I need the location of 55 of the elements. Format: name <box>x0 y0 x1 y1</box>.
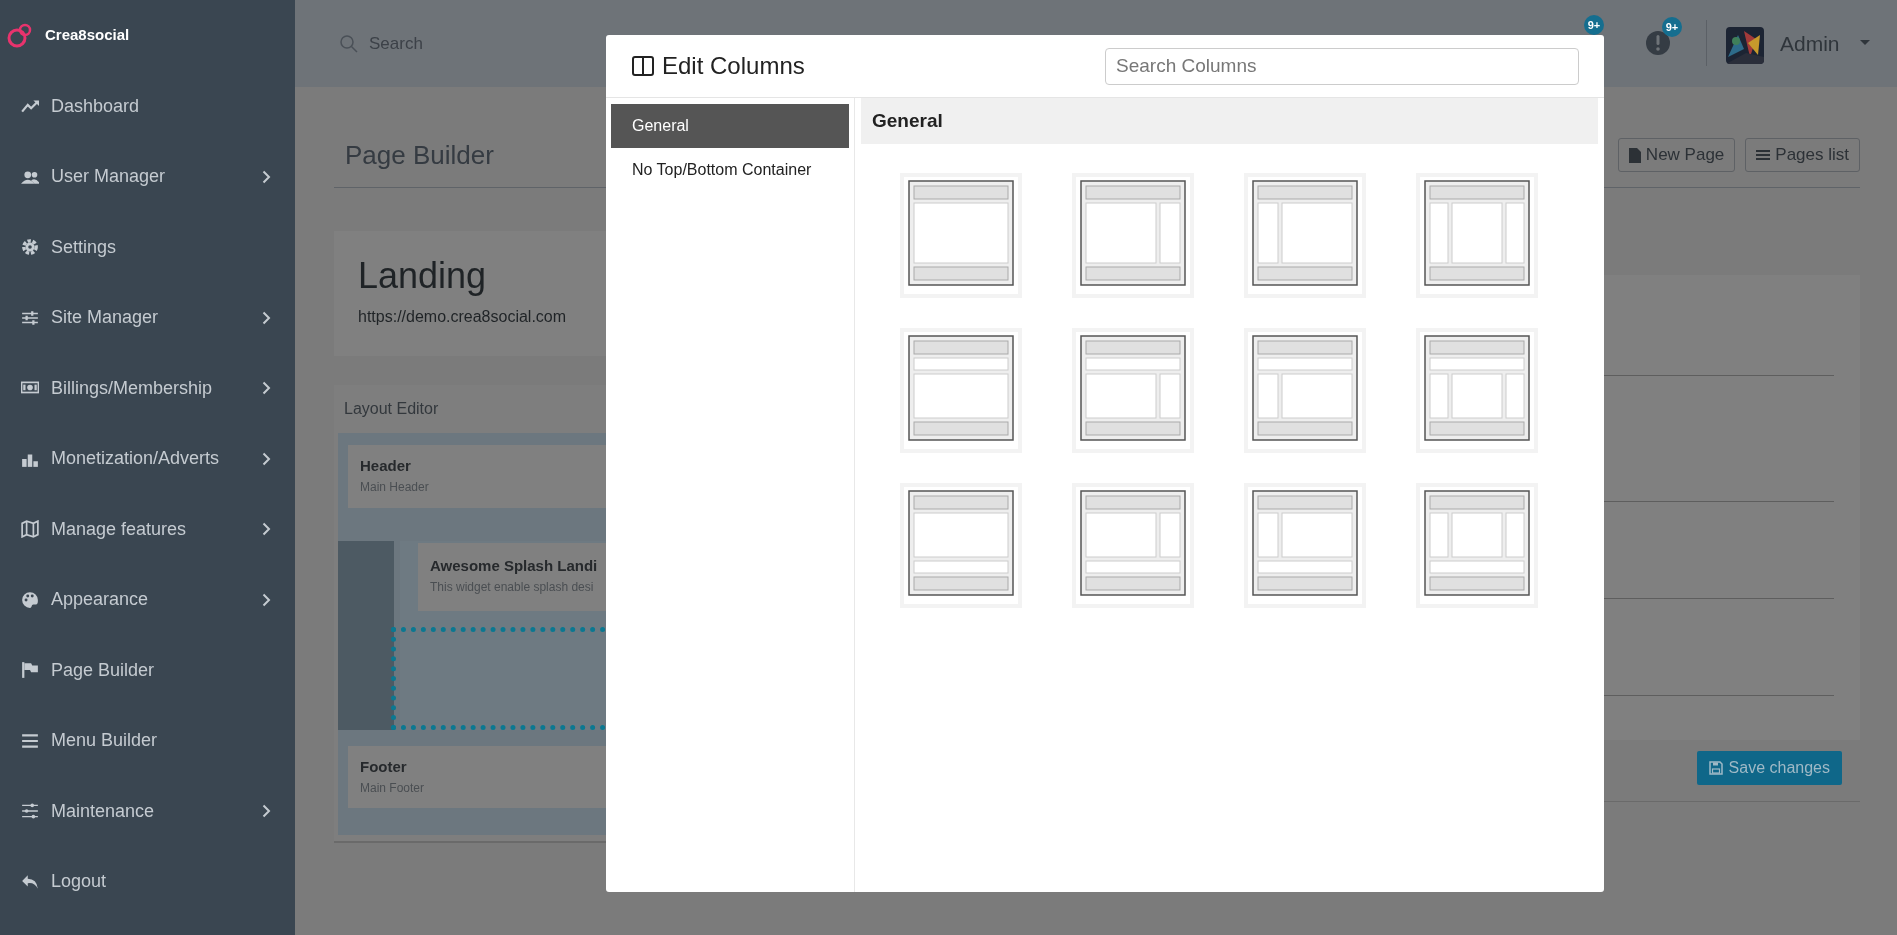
sidebar-item[interactable]: Monetization/Adverts <box>0 423 295 494</box>
layout-option[interactable] <box>1244 328 1366 453</box>
layout-option[interactable] <box>1416 328 1538 453</box>
category-tab[interactable]: No Top/Bottom Container <box>611 148 849 192</box>
layout-option[interactable] <box>1072 328 1194 453</box>
sidebar-item[interactable]: Billings/Membership <box>0 353 295 424</box>
sidebar-item[interactable]: Logout <box>0 846 295 917</box>
sidebar-item[interactable]: User Manager <box>0 141 295 212</box>
layout-option[interactable] <box>1244 173 1366 298</box>
widget-title: Awesome Splash Landi <box>430 556 599 576</box>
sidebar-item[interactable]: Appearance <box>0 564 295 635</box>
page-name: Landing <box>358 255 488 297</box>
new-page-button[interactable]: New Page <box>1617 138 1736 172</box>
section-title: General <box>872 108 943 133</box>
notification-badge: 9+ <box>1584 15 1604 35</box>
category-tab[interactable]: General <box>611 104 849 148</box>
sidebar-item[interactable]: Site Manager <box>0 282 295 353</box>
gear-icon <box>21 238 39 257</box>
sliders-icon <box>21 308 39 327</box>
caret-icon[interactable] <box>1860 40 1870 46</box>
map-icon <box>21 520 39 539</box>
columns-icon <box>632 56 654 76</box>
menu-icon <box>21 731 39 750</box>
panel-title: Layout Editor <box>344 399 439 419</box>
document-icon <box>1628 147 1641 163</box>
layout-option[interactable] <box>1416 483 1538 608</box>
layout-option[interactable] <box>1072 483 1194 608</box>
sidebar-item[interactable]: Page Builder <box>0 635 295 706</box>
sidebar-item[interactable]: Maintenance <box>0 776 295 847</box>
brand-name: Crea8social <box>45 25 130 46</box>
logo-icon <box>7 22 33 49</box>
flag-icon <box>21 661 39 680</box>
layout-option[interactable] <box>1244 483 1366 608</box>
pages-list-button[interactable]: Pages list <box>1745 138 1860 172</box>
search-field[interactable]: Search Columns <box>1105 47 1579 85</box>
palette-icon <box>21 590 39 609</box>
widget-title: Header <box>360 456 412 476</box>
layout-option[interactable] <box>900 173 1022 298</box>
notification-badge: 9+ <box>1662 17 1682 37</box>
widget-title: Footer <box>360 757 408 777</box>
sidebar-item[interactable]: Dashboard <box>0 71 295 142</box>
page-url: https://demo.crea8social.com <box>358 307 568 327</box>
page-title: Page Builder <box>344 139 494 172</box>
layout-option[interactable] <box>1072 173 1194 298</box>
sidebar-item[interactable]: Menu Builder <box>0 705 295 776</box>
dialog-title: Edit Columns <box>662 51 805 81</box>
search-icon <box>339 33 359 54</box>
sidebar-item[interactable]: Manage features <box>0 494 295 565</box>
layout-option[interactable] <box>900 328 1022 453</box>
layout-option[interactable] <box>1416 173 1538 298</box>
menu-icon <box>1756 149 1771 161</box>
save-button[interactable]: Save changes <box>1696 751 1842 785</box>
sliders-icon <box>21 802 39 821</box>
layout-option[interactable] <box>900 483 1022 608</box>
sidebar-item[interactable]: Settings <box>0 212 295 283</box>
